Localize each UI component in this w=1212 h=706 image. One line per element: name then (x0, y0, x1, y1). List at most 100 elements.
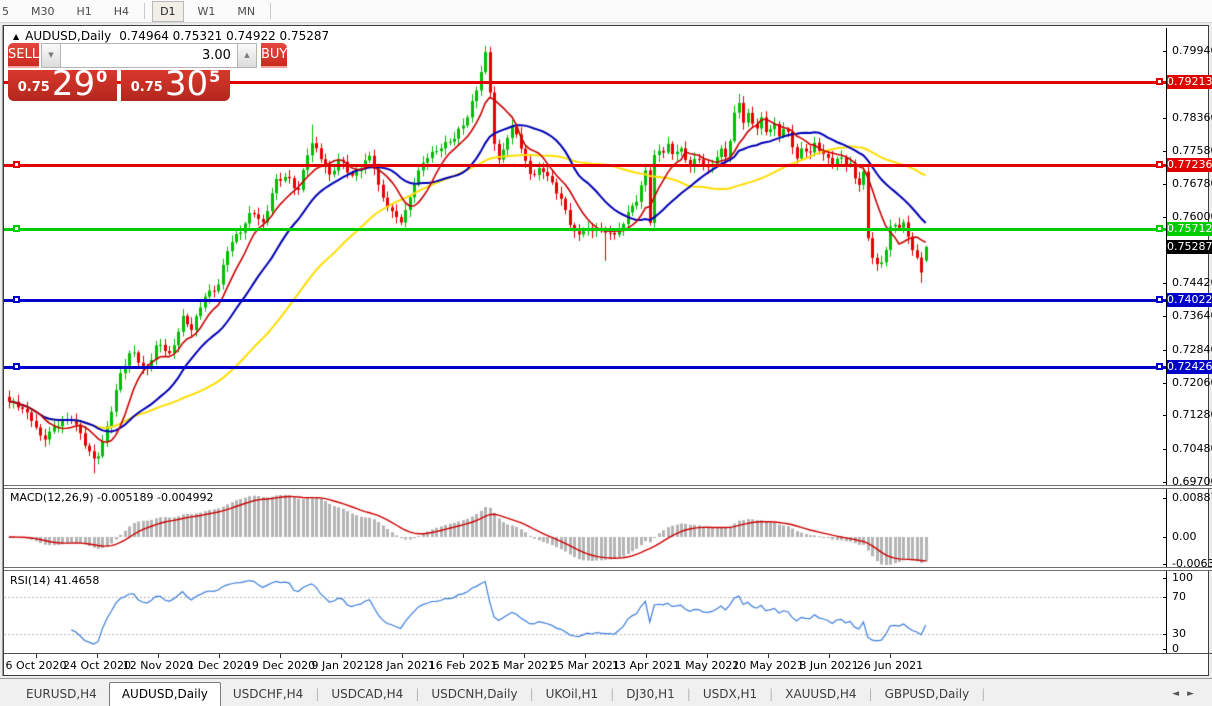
horizontal-line[interactable] (4, 366, 1166, 369)
volume-increase-button[interactable]: ▲ (237, 44, 256, 67)
price-axis-tick (1163, 217, 1167, 218)
price-axis-line (1166, 28, 1167, 654)
price-axis-label: 0.71280 (1172, 408, 1212, 422)
date-tick (158, 654, 159, 658)
date-label: 25 Mar 2021 (550, 659, 620, 672)
price-axis-label: 0.70480 (1172, 441, 1212, 455)
buy-price[interactable]: 0.75 30 5 (121, 64, 230, 104)
price-axis-tick (1163, 316, 1167, 318)
line-handle[interactable] (1156, 225, 1163, 232)
date-tick (341, 654, 342, 658)
date-label: 6 Oct 2020 (5, 659, 67, 672)
date-label: 28 Jan 2021 (369, 659, 435, 672)
macd-axis-tick (1163, 564, 1167, 565)
date-tick (890, 654, 891, 658)
price-axis-label: 0.77580 (1172, 143, 1212, 157)
date-tick (97, 654, 98, 658)
date-tick (768, 654, 769, 658)
price-badge: 0.77236 (1167, 158, 1212, 172)
price-badge: 0.79213 (1167, 75, 1212, 89)
tab-ukoil-h1[interactable]: UKOil,H1 (534, 683, 611, 706)
timeframe-button-5[interactable]: 5 (0, 1, 17, 22)
sell-price-big: 29 (51, 64, 96, 104)
line-handle[interactable] (13, 161, 20, 168)
pane-divider[interactable] (4, 485, 1212, 489)
horizontal-line[interactable] (4, 299, 1166, 302)
tab-eurusd-h4[interactable]: EURUSD,H4 (14, 683, 109, 706)
rsi-axis-label: 100 (1172, 571, 1193, 584)
price-axis-tick (1163, 382, 1167, 384)
sell-button[interactable]: SELL (8, 43, 39, 68)
tab-audusd-daily[interactable]: AUDUSD,Daily (108, 682, 221, 706)
price-axis-label: 0.73640 (1172, 309, 1212, 323)
sell-price-sup: 0 (96, 67, 108, 86)
horizontal-line[interactable] (4, 228, 1166, 231)
chart-symbol-title: AUDUSD,Daily (25, 29, 112, 43)
buy-price-sup: 5 (209, 67, 221, 86)
price-axis-label: 0.76780 (1172, 177, 1212, 191)
timeframe-button-h1[interactable]: H1 (69, 1, 100, 22)
price-axis-tick (1163, 51, 1167, 53)
tab-usdx-h1[interactable]: USDX,H1 (691, 683, 769, 706)
main-chart-canvas[interactable] (0, 42, 1166, 485)
timeframe-toolbar: 5 M30 H1 H4 D1 W1 MN (0, 0, 1212, 23)
rsi-canvas[interactable] (0, 571, 1166, 653)
price-badge: 0.74022 (1167, 293, 1212, 307)
macd-label: MACD(12,26,9) -0.005189 -0.004992 (10, 491, 214, 504)
tab-dj30-h1[interactable]: DJ30,H1 (614, 683, 687, 706)
line-handle[interactable] (1156, 78, 1163, 85)
date-tick (219, 654, 220, 658)
ohlc-values: 0.74964 0.75321 0.74922 0.75287 (119, 29, 330, 43)
sell-price[interactable]: 0.75 29 0 (8, 64, 117, 104)
date-tick (707, 654, 708, 658)
line-handle[interactable] (13, 225, 20, 232)
date-label: 16 Feb 2021 (428, 659, 498, 672)
date-label: 13 Apr 2021 (611, 659, 681, 672)
macd-axis-label: 0.00 (1172, 530, 1197, 543)
rsi-axis-tick (1163, 578, 1167, 579)
buy-price-big: 30 (164, 64, 209, 104)
line-handle[interactable] (13, 296, 20, 303)
timeframe-button-d1[interactable]: D1 (152, 0, 184, 22)
price-axis-tick (1163, 415, 1167, 417)
buy-button[interactable]: BUY (260, 43, 288, 68)
line-handle[interactable] (1156, 161, 1163, 168)
mt4-screen: 5 M30 H1 H4 D1 W1 MN ▲ AUDUSD,Daily 0.74964 0.75… (0, 0, 1212, 706)
tab-usdcnh-daily[interactable]: USDCNH,Daily (419, 683, 529, 706)
price-axis-label: 0.78360 (1172, 110, 1212, 124)
line-handle[interactable] (13, 363, 20, 370)
tab-gbpusd-daily[interactable]: GBPUSD,Daily (873, 683, 982, 706)
chart-tabbar: EURUSD,H4 AUDUSD,Daily USDCHF,H4 | USDCAD,H4… (0, 678, 1212, 706)
rsi-label: RSI(14) 41.4658 (10, 574, 100, 587)
date-label: 19 Dec 2020 (244, 659, 316, 672)
tab-usdchf-h4[interactable]: USDCHF,H4 (221, 683, 315, 706)
chart-title: ▲ AUDUSD,Daily 0.74964 0.75321 0.74922 0.7… (13, 29, 329, 43)
price-axis-tick (1163, 448, 1167, 450)
line-handle[interactable] (1156, 363, 1163, 370)
macd-axis-label: 0.008871 (1172, 491, 1212, 504)
pane-divider[interactable] (4, 567, 1212, 571)
horizontal-line[interactable] (4, 164, 1166, 167)
date-tick (646, 654, 647, 658)
macd-axis-tick (1163, 498, 1167, 499)
price-axis-tick (1163, 283, 1167, 285)
tab-xauusd-h4[interactable]: XAUUSD,H4 (773, 683, 868, 706)
sell-price-prefix: 0.75 (17, 80, 50, 95)
timeframe-button-mn[interactable]: MN (229, 1, 263, 22)
timeframe-button-m30[interactable]: M30 (23, 1, 63, 22)
timeframe-button-w1[interactable]: W1 (190, 1, 224, 22)
price-axis-tick (1163, 117, 1167, 119)
date-label: 24 Oct 2020 (62, 659, 132, 672)
tab-usdcad-h4[interactable]: USDCAD,H4 (319, 683, 415, 706)
date-label: 1 May 2021 (674, 659, 740, 672)
timeframe-button-h4[interactable]: H4 (106, 1, 137, 22)
one-click-trade-panel: SELL ▼ ▲ BUY 0.75290 0.75305 (8, 43, 288, 104)
date-tick (585, 654, 586, 658)
price-badge: 0.72426 (1167, 360, 1212, 374)
collapse-icon[interactable]: ▲ (13, 32, 19, 41)
rsi-axis-tick (1163, 649, 1167, 650)
tabs-scroll-icons[interactable]: ◄► (1172, 689, 1212, 706)
date-axis-border (4, 653, 1212, 654)
line-handle[interactable] (1156, 296, 1163, 303)
date-label: 1 Dec 2020 (187, 659, 251, 672)
